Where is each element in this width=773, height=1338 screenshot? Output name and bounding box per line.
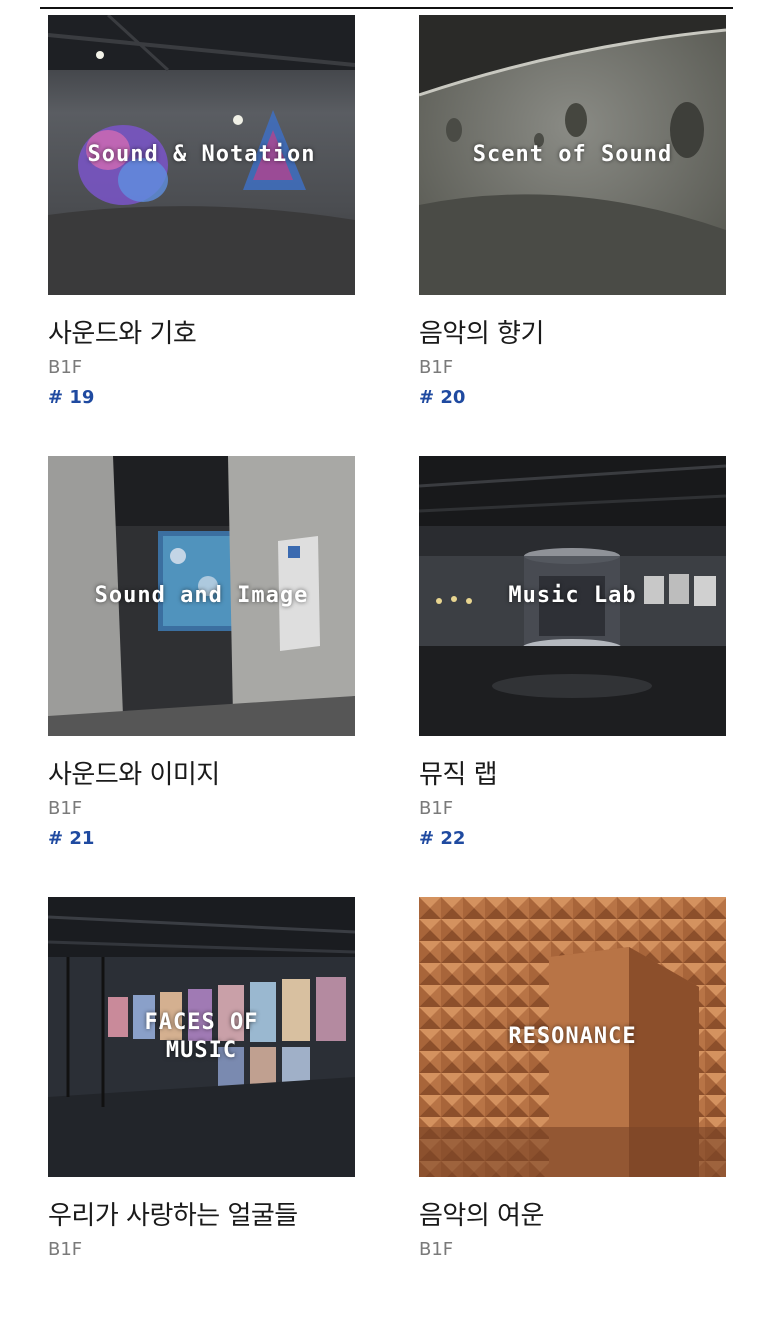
exhibit-title[interactable]: 사운드와 이미지 [48,758,355,792]
exhibit-number: # 19 [48,387,95,408]
exhibit-title[interactable]: 음악의 향기 [419,317,726,351]
exhibit-card[interactable]: FACES OF MUSIC 우리가 사랑하는 얼굴들 B1F [48,897,355,1338]
exhibit-thumbnail-label: FACES OF MUSIC [144,1010,259,1063]
exhibit-card[interactable]: Scent of Sound 음악의 향기 B1F # 20 [419,15,726,456]
exhibit-thumbnail-label: Scent of Sound [472,142,673,167]
exhibit-card[interactable]: Sound and Image 사운드와 이미지 B1F # 21 [48,456,355,897]
exhibit-thumbnail-label: Sound & Notation [87,142,316,167]
exhibit-title[interactable]: 음악의 여운 [419,1199,726,1233]
exhibit-title[interactable]: 뮤직 랩 [419,758,726,792]
exhibit-thumbnail[interactable]: RESONANCE [419,897,726,1177]
exhibit-card[interactable]: Music Lab 뮤직 랩 B1F # 22 [419,456,726,897]
exhibit-floor: B1F [419,1239,454,1260]
exhibit-floor: B1F [48,1239,83,1260]
exhibit-thumbnail-label: RESONANCE [508,1024,637,1049]
exhibit-thumbnail[interactable]: Music Lab [419,456,726,736]
exhibit-title[interactable]: 우리가 사랑하는 얼굴들 [48,1199,355,1233]
exhibit-floor: B1F [48,357,83,378]
exhibit-number: # 20 [419,387,466,408]
exhibit-card[interactable]: RESONANCE 음악의 여운 B1F [419,897,726,1338]
exhibit-thumbnail[interactable]: Sound and Image [48,456,355,736]
exhibit-floor: B1F [419,357,454,378]
exhibit-grid: Sound & Notation 사운드와 기호 B1F # 19 Scent … [48,15,726,1338]
exhibit-thumbnail-label: Music Lab [508,583,637,608]
exhibit-thumbnail[interactable]: Scent of Sound [419,15,726,295]
exhibit-number: # 22 [419,828,466,849]
exhibit-thumbnail-label: Sound and Image [94,583,309,608]
exhibit-card[interactable]: Sound & Notation 사운드와 기호 B1F # 19 [48,15,355,456]
exhibit-floor: B1F [419,798,454,819]
top-divider [40,7,733,9]
exhibit-floor: B1F [48,798,83,819]
exhibit-title[interactable]: 사운드와 기호 [48,317,355,351]
exhibit-number: # 21 [48,828,95,849]
exhibit-thumbnail[interactable]: FACES OF MUSIC [48,897,355,1177]
exhibit-thumbnail[interactable]: Sound & Notation [48,15,355,295]
